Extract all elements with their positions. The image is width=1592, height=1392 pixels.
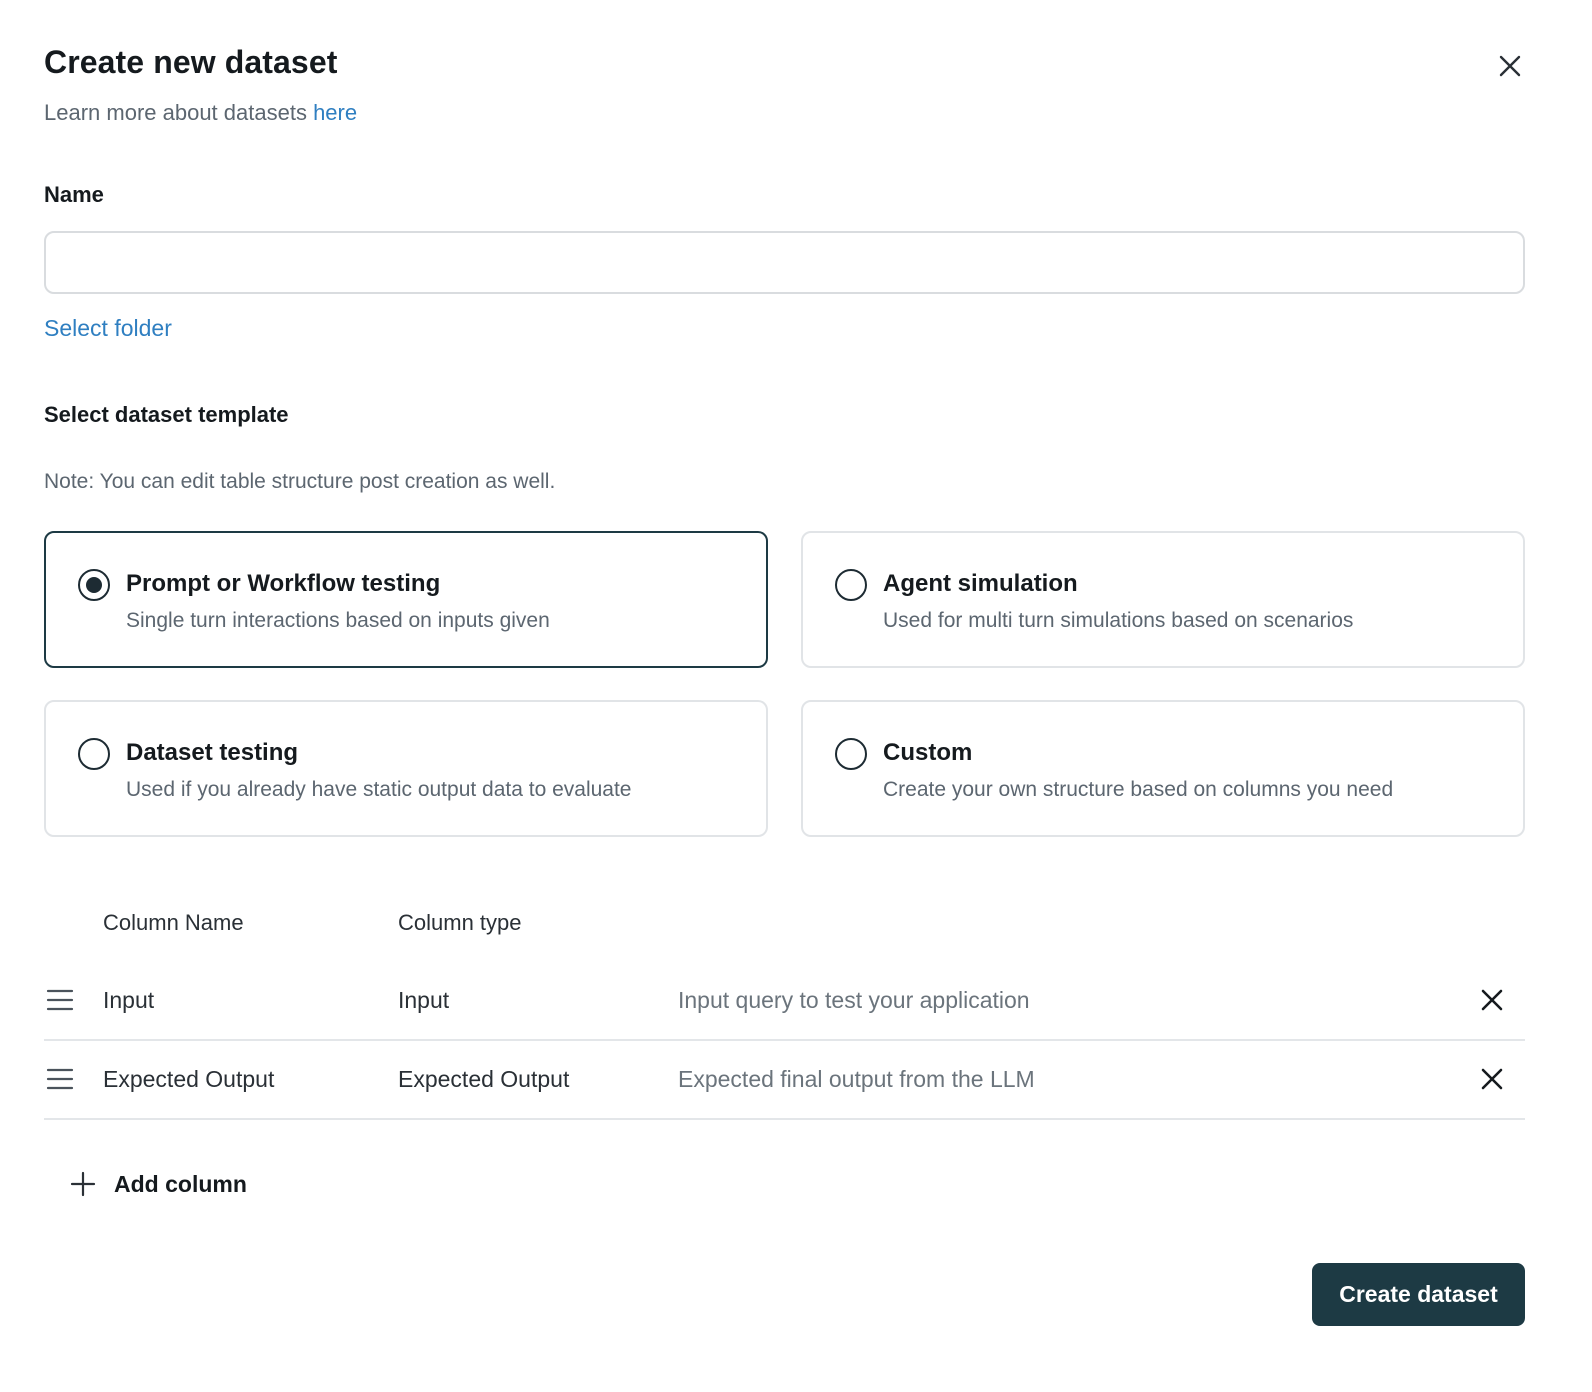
add-column-label: Add column — [114, 1170, 247, 1197]
create-dataset-button[interactable]: Create dataset — [1312, 1263, 1525, 1326]
create-dataset-dialog: Create new dataset Learn more about data… — [0, 0, 1592, 1392]
column-name-cell[interactable]: Expected Output — [103, 1066, 274, 1093]
drag-handle-icon[interactable] — [46, 988, 74, 1012]
radio-unselected[interactable] — [835, 738, 867, 770]
drag-handle-icon[interactable] — [46, 1067, 74, 1091]
template-option-dataset-testing[interactable]: Dataset testing Used if you already have… — [44, 700, 768, 837]
table-row: Input Input Input query to test your app… — [44, 962, 1525, 1041]
radio-selected[interactable] — [78, 569, 110, 601]
add-column-button[interactable]: Add column — [68, 1166, 247, 1202]
template-option-agent-simulation[interactable]: Agent simulation Used for multi turn sim… — [801, 531, 1525, 668]
column-name-cell[interactable]: Input — [103, 987, 154, 1014]
template-option-title: Dataset testing — [126, 739, 299, 766]
select-folder-link[interactable]: Select folder — [44, 315, 172, 342]
template-option-title: Prompt or Workflow testing — [126, 570, 441, 597]
template-note: Note: You can edit table structure post … — [44, 470, 556, 493]
template-option-description: Used if you already have static output d… — [126, 778, 632, 801]
template-option-prompt-workflow[interactable]: Prompt or Workflow testing Single turn i… — [44, 531, 768, 668]
plus-icon — [68, 1169, 98, 1199]
learn-more-link[interactable]: here — [313, 100, 357, 125]
dialog-subtitle: Learn more about datasets here — [44, 100, 357, 126]
template-option-custom[interactable]: Custom Create your own structure based o… — [801, 700, 1525, 837]
close-button[interactable] — [1494, 50, 1526, 82]
column-type-cell[interactable]: Input — [398, 987, 449, 1014]
remove-column-button[interactable] — [1476, 1063, 1508, 1095]
table-row: Expected Output Expected Output Expected… — [44, 1041, 1525, 1120]
column-description-cell[interactable]: Input query to test your application — [678, 987, 1030, 1014]
template-option-title: Custom — [883, 739, 973, 766]
template-option-description: Create your own structure based on colum… — [883, 778, 1394, 801]
template-section-title: Select dataset template — [44, 402, 289, 427]
column-name-header: Column Name — [103, 910, 244, 935]
name-input[interactable] — [44, 231, 1525, 294]
template-option-description: Used for multi turn simulations based on… — [883, 609, 1354, 632]
template-option-description: Single turn interactions based on inputs… — [126, 609, 550, 632]
remove-column-button[interactable] — [1476, 984, 1508, 1016]
close-icon — [1499, 55, 1521, 77]
subtitle-text: Learn more about datasets — [44, 100, 314, 125]
radio-unselected[interactable] — [78, 738, 110, 770]
column-type-cell[interactable]: Expected Output — [398, 1066, 569, 1093]
column-type-header: Column type — [398, 910, 522, 935]
dialog-title: Create new dataset — [44, 44, 338, 80]
column-description-cell[interactable]: Expected final output from the LLM — [678, 1066, 1035, 1093]
name-label: Name — [44, 182, 104, 207]
close-icon — [1481, 1068, 1503, 1090]
template-option-title: Agent simulation — [883, 570, 1078, 597]
close-icon — [1481, 989, 1503, 1011]
radio-unselected[interactable] — [835, 569, 867, 601]
